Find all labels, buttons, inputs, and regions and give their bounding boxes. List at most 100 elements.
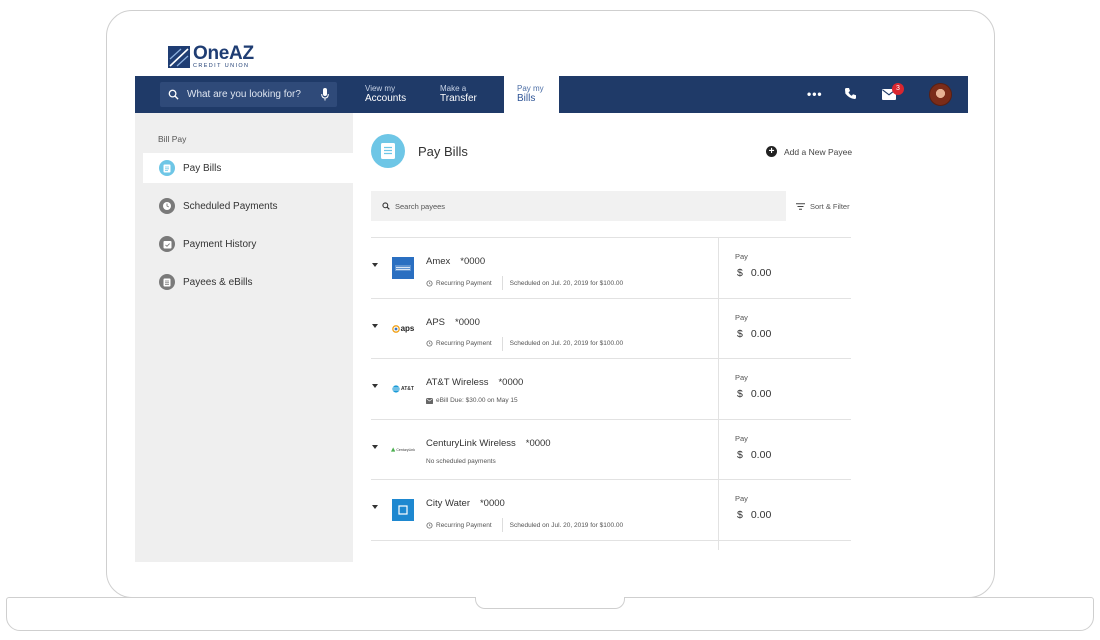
payee-detail: Recurring Payment — [436, 521, 492, 529]
clock-icon — [159, 198, 175, 214]
add-payee-label: Add a New Payee — [784, 146, 853, 157]
payee-detail: No scheduled payments — [426, 457, 496, 465]
aps-logo-text: aps — [400, 324, 415, 333]
sidebar-item-label: Scheduled Payments — [183, 200, 278, 212]
chevron-down-icon[interactable] — [372, 444, 378, 449]
sidebar-item-payees-ebills[interactable]: Payees & eBills — [143, 267, 353, 297]
brand-subtitle: CREDIT UNION — [193, 63, 250, 70]
nav-accounts-small: View my — [365, 84, 396, 93]
pay-amount-value[interactable]: 0.00 — [751, 509, 771, 521]
sidebar-item-label: Pay Bills — [183, 162, 222, 174]
payee-scheduled: Scheduled on Jul. 20, 2019 for $100.00 — [509, 279, 624, 287]
payee-row[interactable]: AT&T AT&T Wireless *0000 eBill Due: $30.0… — [371, 359, 851, 420]
pay-amount-value[interactable]: 0.00 — [751, 388, 771, 400]
payee-name: City Water — [426, 498, 470, 509]
payee-scheduled: Scheduled on Jul. 20, 2019 for $100.00 — [509, 521, 624, 529]
search-icon — [382, 202, 390, 210]
pay-bills-icon — [371, 134, 405, 168]
payee-row[interactable]: City Water *0000 Recurring Payment Schedu… — [371, 480, 851, 541]
payee-detail: eBill Due: $30.00 on May 15 — [436, 397, 518, 404]
currency-symbol: $ — [737, 267, 743, 279]
phone-icon[interactable] — [844, 87, 857, 100]
page-title: Pay Bills — [418, 144, 468, 159]
mail-badge: 3 — [892, 83, 904, 95]
payee-row[interactable]: aps APS *0000 Recurring Payment Scheduled… — [371, 298, 851, 359]
pay-label: Pay — [735, 494, 748, 503]
sidebar: Bill Pay Pay Bills Scheduled Payments Pa… — [135, 113, 353, 562]
pay-label: Pay — [735, 312, 748, 322]
sidebar-item-payment-history[interactable]: Payment History — [143, 229, 353, 259]
sidebar-item-pay-bills[interactable]: Pay Bills — [143, 153, 353, 183]
nav-bills-big: Bills — [517, 93, 536, 105]
pay-amount-value[interactable]: 0.00 — [751, 267, 771, 279]
pay-amount-field[interactable]: Pay $0.00 — [718, 480, 851, 541]
list-icon — [159, 274, 175, 290]
sidebar-item-scheduled-payments[interactable]: Scheduled Payments — [143, 191, 353, 221]
pay-label: Pay — [735, 433, 748, 443]
nav-transfer-big: Transfer — [440, 93, 477, 105]
chevron-down-icon[interactable] — [372, 263, 378, 267]
payee-account: *0000 — [455, 316, 480, 328]
sidebar-heading: Bill Pay — [158, 134, 187, 144]
filter-icon — [796, 203, 805, 210]
avatar[interactable] — [929, 83, 952, 106]
brand-mark-icon — [168, 46, 190, 68]
pay-label: Pay — [735, 373, 748, 382]
sort-filter-label: Sort & Filter — [810, 202, 850, 211]
ebill-icon — [426, 397, 433, 404]
centurylink-logo: CenturyLink — [391, 439, 415, 461]
pay-label: Pay — [735, 252, 748, 261]
sidebar-item-label: Payees & eBills — [183, 276, 253, 288]
currency-symbol: $ — [737, 509, 743, 521]
brand-logo[interactable]: OneAZ CREDIT UNION — [168, 44, 254, 70]
bill-icon — [159, 160, 175, 176]
pay-amount-field[interactable]: Pay $0.00 — [718, 298, 851, 359]
payee-account: *0000 — [479, 498, 505, 509]
payee-name: APS — [426, 316, 446, 328]
pay-amount-field[interactable]: Pay $0.00 — [718, 238, 851, 299]
currency-symbol: $ — [737, 388, 743, 400]
recurring-icon — [426, 521, 433, 529]
recurring-icon — [426, 340, 433, 347]
chevron-down-icon[interactable] — [372, 384, 378, 388]
microphone-icon[interactable] — [321, 88, 329, 101]
payee-search-input[interactable] — [395, 201, 755, 211]
payee-detail: Recurring Payment — [436, 279, 492, 287]
payee-name: Amex — [426, 256, 451, 267]
currency-symbol: $ — [737, 448, 743, 461]
nav-bills-small: Pay my — [517, 84, 544, 93]
pay-amount-field[interactable]: Pay $0.00 — [718, 419, 851, 480]
pay-amount-field[interactable]: Pay $0.00 — [718, 359, 851, 420]
app-screen: OneAZ CREDIT UNION View my Accounts Make… — [135, 30, 968, 562]
global-search[interactable] — [160, 82, 337, 107]
global-search-input[interactable] — [187, 89, 312, 100]
payee-name: AT&T Wireless — [426, 377, 489, 388]
more-icon[interactable]: ••• — [807, 87, 823, 101]
sidebar-item-label: Payment History — [183, 238, 257, 250]
payee-name: CenturyLink Wireless — [426, 437, 516, 449]
sort-filter-button[interactable]: Sort & Filter — [796, 202, 850, 211]
att-logo: AT&T — [391, 378, 415, 400]
aps-logo: aps — [391, 318, 415, 340]
payee-account: *0000 — [498, 377, 524, 388]
pay-amount-value[interactable]: 0.00 — [751, 449, 771, 461]
top-navigation-bar: View my Accounts Make a Transfer Pay my … — [135, 76, 968, 113]
payee-row[interactable]: Amex *0000 Recurring Payment Scheduled on… — [371, 238, 851, 299]
chevron-down-icon[interactable] — [372, 505, 378, 509]
payee-detail: Recurring Payment — [436, 340, 492, 347]
payee-row[interactable]: CenturyLink CenturyLink Wireless *0000 No… — [371, 419, 851, 480]
nav-transfer[interactable]: Make a Transfer — [440, 84, 477, 113]
nav-accounts[interactable]: View my Accounts — [365, 84, 406, 113]
chevron-down-icon[interactable] — [372, 323, 378, 328]
nav-bills[interactable]: Pay my Bills — [504, 76, 559, 113]
add-payee-button[interactable]: + Add a New Payee — [766, 146, 852, 157]
att-logo-text: AT&T — [401, 386, 414, 392]
nav-transfer-small: Make a — [440, 84, 467, 93]
nav-accounts-big: Accounts — [365, 93, 407, 105]
recurring-icon — [426, 279, 433, 287]
payee-account: *0000 — [525, 437, 551, 449]
payee-search[interactable] — [371, 191, 786, 221]
currency-symbol: $ — [737, 327, 743, 340]
pay-amount-value[interactable]: 0.00 — [751, 328, 771, 340]
search-icon — [168, 89, 179, 100]
